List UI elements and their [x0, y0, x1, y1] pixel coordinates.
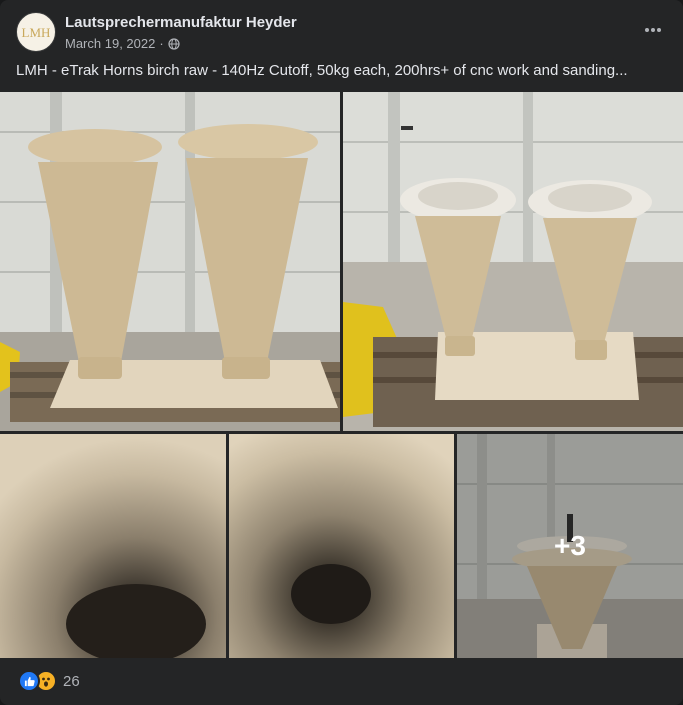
more-photos-overlay[interactable]: +3	[457, 434, 683, 658]
post-text: LMH - eTrak Horns birch raw - 140Hz Cuto…	[16, 62, 628, 79]
photo-3[interactable]	[0, 434, 226, 658]
page-avatar[interactable]: LMH	[16, 12, 56, 52]
post-date[interactable]: March 19, 2022	[65, 36, 155, 51]
author-name[interactable]: Lautsprechermanufaktur Heyder	[65, 14, 297, 31]
like-icon	[18, 670, 40, 692]
avatar-text: LMH	[22, 25, 51, 40]
horn-photo-image	[0, 92, 340, 431]
horn-photo-image	[343, 92, 683, 431]
reactions-summary[interactable]: 26	[18, 670, 80, 692]
more-dots-icon	[645, 28, 661, 32]
horn-interior-image	[0, 434, 226, 658]
logo-icon: LMH	[22, 25, 51, 40]
meta-separator: ·	[159, 36, 164, 51]
horn-interior-image	[229, 434, 454, 658]
photo-4[interactable]	[229, 434, 454, 658]
post-meta: March 19, 2022 ·	[65, 36, 180, 51]
photo-2[interactable]	[343, 92, 683, 431]
more-photos-count: +3	[554, 530, 586, 561]
reaction-count[interactable]: 26	[63, 673, 80, 690]
post-header: LMH Lautsprechermanufaktur Heyder March …	[16, 12, 667, 52]
photo-1[interactable]	[0, 92, 340, 431]
post-card: LMH Lautsprechermanufaktur Heyder March …	[0, 0, 683, 705]
photo-5-more[interactable]: +3	[457, 434, 683, 658]
more-options-button[interactable]	[639, 18, 667, 42]
globe-icon[interactable]	[168, 37, 180, 50]
